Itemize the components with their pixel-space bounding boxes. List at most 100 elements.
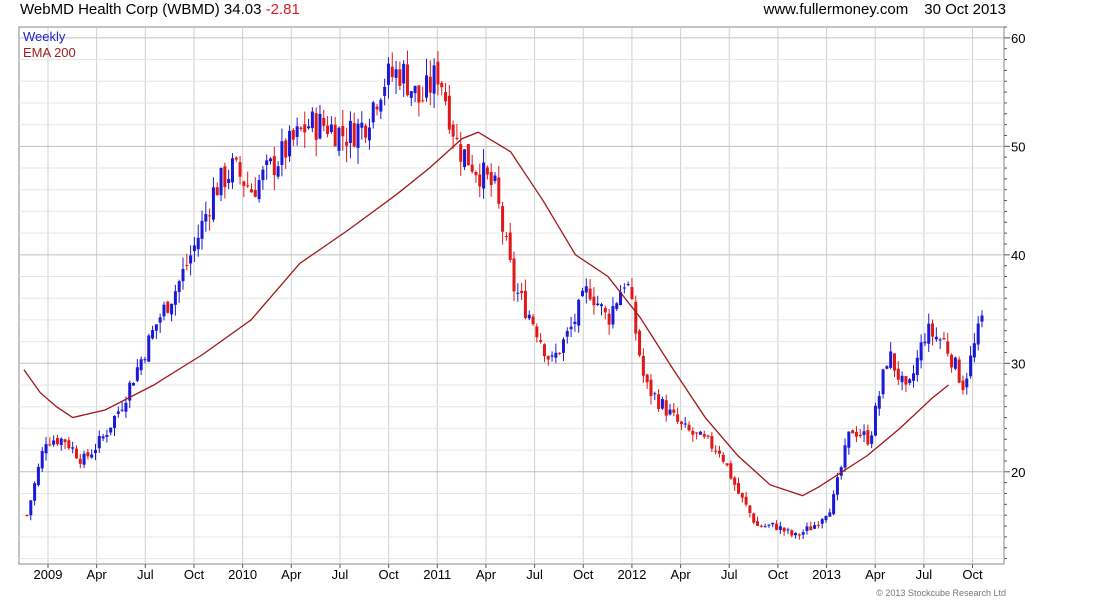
y-tick-label: 40: [1011, 248, 1025, 263]
candle-body: [318, 113, 322, 139]
x-tick-label: Apr: [281, 567, 302, 582]
candle-body: [478, 174, 482, 187]
candle-body: [173, 291, 177, 305]
site-link[interactable]: www.fullermoney.com: [764, 1, 909, 18]
candle-body: [409, 91, 413, 98]
candle-body: [934, 336, 938, 340]
candle-body: [215, 187, 219, 196]
candle-body: [466, 144, 470, 166]
candle-body: [885, 366, 889, 369]
candle-body: [790, 530, 794, 536]
candle-body: [364, 125, 368, 138]
candle-body: [413, 85, 417, 94]
candle-body: [421, 100, 425, 102]
candle-body: [428, 76, 432, 93]
candle-body: [447, 95, 451, 130]
candle-body: [721, 454, 725, 462]
candle-body: [132, 382, 136, 386]
candle-body: [97, 435, 101, 449]
candle-body: [706, 435, 710, 437]
candle-body: [93, 450, 97, 454]
candle-body: [794, 532, 798, 536]
candle-body: [310, 111, 314, 129]
candle-body: [931, 323, 935, 337]
candle-body: [919, 342, 923, 361]
candle-body: [398, 69, 402, 86]
x-tick-label: Apr: [476, 567, 497, 582]
candle-body: [192, 245, 196, 252]
x-tick-label: Oct: [768, 567, 789, 582]
x-tick-label: Oct: [573, 567, 594, 582]
candle-body: [208, 215, 212, 217]
candle-body: [645, 374, 649, 383]
candle-body: [269, 158, 273, 162]
candle-body: [44, 444, 48, 454]
candle-body: [660, 399, 664, 409]
chart-date: 30 Oct 2013: [924, 1, 1006, 18]
candle-body: [527, 314, 531, 319]
candle-body: [238, 162, 242, 177]
candle-body: [725, 463, 729, 466]
candle-body: [809, 526, 813, 531]
candle-body: [969, 355, 973, 377]
candle-body: [729, 463, 733, 479]
legend-ema: EMA 200: [23, 45, 76, 60]
candle-body: [657, 394, 661, 410]
candle-body: [805, 526, 809, 531]
candle-body: [763, 526, 767, 528]
candle-body: [676, 414, 680, 422]
candle-body: [900, 375, 904, 383]
candle-body: [923, 341, 927, 344]
candle-body: [531, 316, 535, 325]
candle-body: [600, 304, 604, 307]
candle-body: [253, 190, 257, 197]
candle-body: [892, 353, 896, 371]
candle-body: [326, 125, 330, 134]
candle-body: [630, 287, 634, 300]
candle-body: [896, 368, 900, 380]
candle-body: [733, 477, 737, 485]
candle-body: [356, 123, 360, 148]
candle-body: [196, 237, 200, 250]
candle-body: [113, 415, 117, 428]
chart-title-text: WebMD Health Corp (WBMD) 34.03: [20, 1, 262, 18]
candle-body: [942, 337, 946, 340]
candle-body: [501, 206, 505, 232]
candle-body: [535, 326, 539, 338]
candle-body: [801, 532, 805, 535]
candle-body: [835, 477, 839, 495]
candle-body: [276, 166, 280, 177]
candle-body: [756, 521, 760, 526]
candle-body: [394, 69, 398, 78]
candle-body: [314, 113, 318, 140]
candle-body: [588, 288, 592, 300]
candle-body: [972, 343, 976, 358]
x-tick-label: Apr: [670, 567, 691, 582]
x-tick-label: Jul: [721, 567, 738, 582]
candle-body: [520, 290, 524, 294]
candle-body: [303, 124, 307, 133]
candle-body: [580, 290, 584, 297]
legend: Weekly EMA 200: [23, 29, 76, 61]
candle-body: [927, 323, 931, 344]
copyright: © 2013 Stockcube Research Ltd: [876, 588, 1006, 598]
candle-body: [417, 85, 421, 103]
x-tick-label: Jul: [137, 567, 154, 582]
candle-body: [691, 430, 695, 435]
candle-body: [341, 125, 345, 137]
y-tick-label: 50: [1011, 139, 1025, 154]
candle-body: [908, 379, 912, 384]
candle-body: [470, 164, 474, 172]
candle-body: [558, 352, 562, 354]
candle-body: [714, 450, 718, 452]
candle-body: [603, 307, 607, 313]
candle-body: [816, 524, 820, 526]
candle-body: [843, 445, 847, 468]
candle-body: [622, 287, 626, 289]
candle-body: [101, 436, 105, 439]
candle-body: [489, 171, 493, 185]
x-tick-label: 2011: [423, 567, 451, 582]
candle-body: [873, 405, 877, 436]
candle-body: [474, 171, 478, 176]
candle-body: [752, 513, 756, 523]
